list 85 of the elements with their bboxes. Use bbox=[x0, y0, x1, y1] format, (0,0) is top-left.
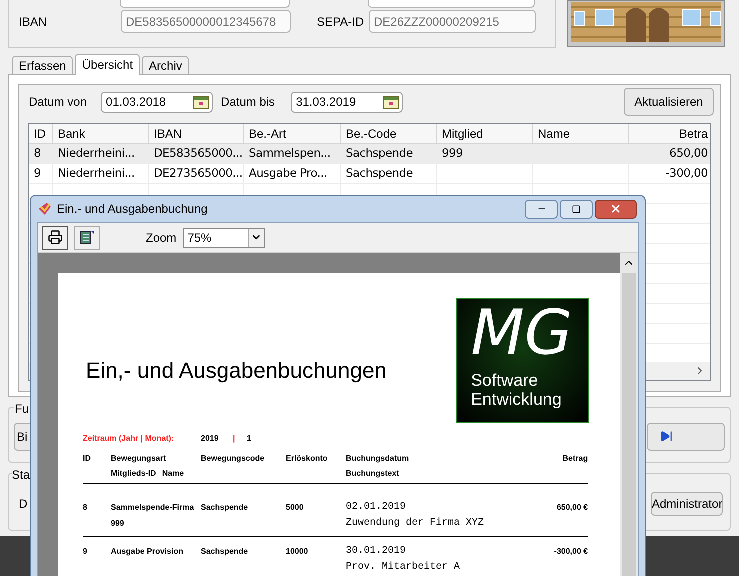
table-cell-text: Sachspende bbox=[346, 164, 413, 182]
report-cell-text: Sammelspende-Firma bbox=[111, 502, 196, 514]
report-cell-text: 02.01.2019 bbox=[346, 501, 408, 515]
column-header: Betrag bbox=[562, 453, 588, 465]
calendar-icon[interactable] bbox=[383, 96, 400, 108]
column-header: Buchungstext bbox=[346, 468, 400, 480]
logo: MG Software Entwicklung bbox=[456, 298, 590, 423]
column-header[interactable]: Mitglied bbox=[437, 124, 533, 143]
column-header[interactable]: Be.-Code bbox=[341, 124, 437, 143]
table-row[interactable]: 8 Niederrheini... DE583565000... Sammelspen... Sachspende 999 650,00 bbox=[29, 144, 710, 164]
period-month: 1 bbox=[247, 433, 252, 445]
table-row[interactable]: 9 Niederrheini... DE273565000... Ausgabe Pro... Sachspende -300,00 bbox=[29, 164, 710, 184]
column-header[interactable]: ID bbox=[29, 124, 53, 143]
column-header: Buchungsdatum bbox=[346, 453, 410, 465]
last-button[interactable] bbox=[647, 422, 725, 450]
table-cell-text: Niederrheini... bbox=[58, 164, 135, 182]
input-field[interactable] bbox=[368, 0, 535, 8]
report-cell-text: 9 bbox=[83, 546, 88, 558]
table-cell-text: 999 bbox=[442, 144, 464, 162]
column-header[interactable]: Bank bbox=[53, 124, 149, 143]
table-cell-text: DE583565000... bbox=[154, 144, 243, 162]
column-header: Erlöskonto bbox=[286, 453, 329, 465]
column-header[interactable]: Name bbox=[533, 124, 629, 143]
column-header[interactable]: Betra bbox=[629, 124, 710, 143]
table-cell-text: -300,00 bbox=[666, 164, 708, 182]
table-cell-text: Niederrheini... bbox=[58, 144, 135, 162]
report-cell-text: Sachspende bbox=[201, 546, 250, 558]
column-header: ID bbox=[83, 453, 92, 465]
report-cell-text: 30.01.2019 bbox=[346, 545, 408, 559]
date-field[interactable]: 31.03.2019 bbox=[291, 92, 404, 112]
report-cell-text: -300,00 € bbox=[553, 546, 588, 558]
column-header[interactable]: IBAN bbox=[149, 124, 244, 143]
table-cell-text: 8 bbox=[34, 144, 42, 162]
maximize-icon bbox=[572, 204, 581, 214]
refresh-button[interactable]: Aktualisieren bbox=[624, 88, 714, 116]
report-cell-text: Ausgabe Provision bbox=[111, 546, 184, 558]
date-field[interactable]: 01.03.2018 bbox=[101, 92, 214, 112]
window-title: Ein.- und Ausgabenbuchung bbox=[57, 201, 209, 218]
calendar-icon[interactable] bbox=[193, 96, 210, 108]
table-cell-text: 650,00 bbox=[670, 144, 708, 162]
field-label: SEPA-ID bbox=[317, 14, 366, 30]
scroll-thumb[interactable] bbox=[622, 273, 636, 576]
report-cell-text: 5000 bbox=[286, 502, 305, 514]
report-cell-text: Zuwendung der Firma XYZ bbox=[346, 516, 486, 531]
report-cell-text: 8 bbox=[83, 502, 88, 514]
field-label: IBAN bbox=[19, 14, 48, 30]
column-header: Bewegungsart bbox=[111, 453, 168, 465]
printer-icon bbox=[48, 230, 62, 245]
skip-forward-icon bbox=[660, 430, 673, 443]
tab[interactable]: Übersicht bbox=[75, 54, 140, 75]
close-button[interactable] bbox=[595, 200, 637, 218]
document-icon bbox=[80, 230, 94, 244]
export-button[interactable] bbox=[74, 226, 100, 250]
table-cell-text: Sammelspen... bbox=[249, 144, 331, 162]
action-button[interactable]: Bi bbox=[14, 422, 30, 450]
report-cell-text: 10000 bbox=[286, 546, 310, 558]
status-text: D bbox=[19, 496, 28, 512]
tab[interactable]: Archiv bbox=[142, 56, 190, 74]
report-cell-text: Sachspende bbox=[201, 502, 250, 514]
report-cell: 999 bbox=[111, 518, 124, 530]
zoom-dropdown[interactable]: 75% bbox=[182, 228, 265, 248]
report-cell-text: Prov. Mitarbeiter A bbox=[346, 560, 462, 575]
field-label: Datum von bbox=[29, 94, 88, 111]
field-label: Datum bis bbox=[221, 94, 276, 111]
maximize-button[interactable] bbox=[560, 200, 593, 218]
zoom-label: Zoom bbox=[146, 230, 177, 246]
column-header: Name bbox=[162, 468, 184, 480]
period-year: 2019 bbox=[201, 433, 220, 445]
period-label: Zeitraum (Jahr | Monat): bbox=[83, 433, 176, 445]
print-button[interactable] bbox=[42, 226, 68, 250]
input-field[interactable] bbox=[120, 0, 290, 8]
column-header[interactable]: Be.-Art bbox=[244, 124, 341, 143]
table-cell-text: Ausgabe Pro... bbox=[249, 164, 328, 182]
app-icon bbox=[37, 201, 53, 217]
user-button[interactable]: Administrator bbox=[651, 492, 723, 516]
report-cell-text: 650,00 € bbox=[556, 502, 588, 514]
column-header: Mitglieds-ID bbox=[111, 468, 156, 480]
table-cell-text: Sachspende bbox=[346, 144, 413, 162]
table-cell-text: 9 bbox=[34, 164, 42, 182]
report-title: Ein,- und Ausgabenbuchungen bbox=[85, 357, 388, 385]
column-header: Bewegungscode bbox=[201, 453, 266, 465]
tab[interactable]: Erfassen bbox=[12, 56, 74, 74]
close-icon bbox=[610, 203, 622, 215]
period-separator: | bbox=[233, 433, 236, 445]
table-cell-text: DE273565000... bbox=[154, 164, 243, 182]
